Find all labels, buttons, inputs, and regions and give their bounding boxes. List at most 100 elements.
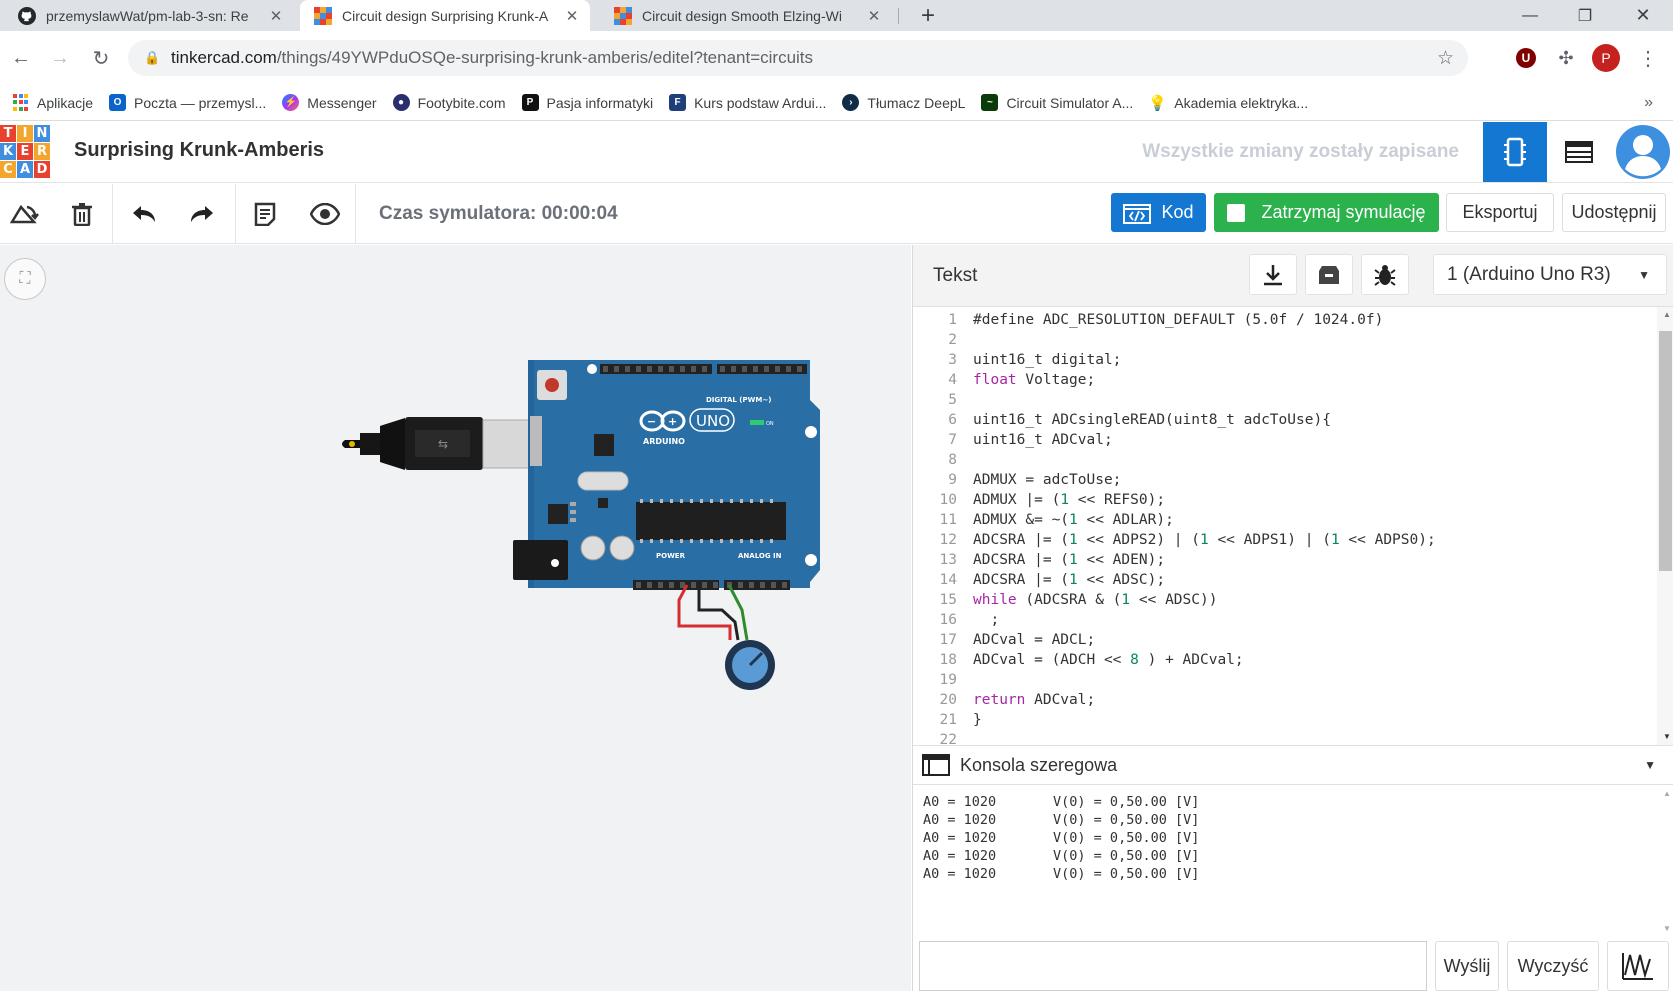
visibility-button[interactable]	[301, 184, 349, 244]
code-line[interactable]: 5	[913, 390, 1657, 410]
code-scrollbar[interactable]: ▲ ▼	[1657, 307, 1673, 745]
code-line[interactable]: 8	[913, 450, 1657, 470]
arduino-uno-board[interactable]: DIGITAL (PWM~) − + ARDUINO UNO ON POWER …	[513, 360, 820, 590]
code-line[interactable]: 15 while (ADCSRA & (1 << ADSC))	[913, 590, 1657, 610]
circuit-view-button[interactable]	[1483, 122, 1547, 182]
code-line[interactable]: 21}	[913, 710, 1657, 730]
code-line[interactable]: 1 #define ADC_RESOLUTION_DEFAULT (5.0f / …	[913, 310, 1657, 330]
reload-button[interactable]: ↻	[83, 31, 119, 85]
tinkercad-logo[interactable]: T I N K E R C A D	[0, 125, 50, 179]
bookmark-kurs[interactable]: F Kurs podstaw Ardui...	[669, 94, 826, 111]
code-text: ADMUX = adcToUse;	[973, 472, 1122, 488]
fit-view-button[interactable]: ⛶	[4, 258, 46, 300]
arduino-circuit[interactable]: ⇆ DIGITAL (PWM~) − + ARDUINO UNO ON POWE…	[330, 360, 830, 700]
bookmark-deepl[interactable]: › Tłumacz DeepL	[842, 94, 965, 111]
address-bar[interactable]: 🔒 tinkercad.com/things/49YWPduOSQe-surpr…	[128, 40, 1468, 76]
code-line[interactable]: 12 ADCSRA |= (1 << ADPS2) | (1 << ADPS1) …	[913, 530, 1657, 550]
profile-button[interactable]: P	[1588, 31, 1624, 85]
bookmark-poczta[interactable]: O Poczta — przemysl...	[109, 94, 266, 111]
circuit-canvas[interactable]: ⛶ ⇆ DIGITAL (PWM~) − + ARDUINO UNO ON PO…	[0, 245, 911, 991]
browser-menu-button[interactable]: ⋮	[1630, 31, 1666, 85]
stop-simulation-button[interactable]: Zatrzymaj symulację	[1214, 193, 1439, 232]
bookmark-circuit-sim[interactable]: ~ Circuit Simulator A...	[981, 94, 1133, 111]
code-line[interactable]: 17 ADCval = ADCL;	[913, 630, 1657, 650]
code-line[interactable]: 14 ADCSRA |= (1 << ADSC);	[913, 570, 1657, 590]
restore-button[interactable]: ❐	[1560, 0, 1610, 31]
pasja-icon: P	[521, 94, 539, 111]
notes-button[interactable]	[241, 184, 289, 244]
serial-monitor-header[interactable]: Konsola szeregowa ▼	[913, 745, 1673, 785]
code-text: ADCSRA |= (1 << ADPS2) | (1 << ADPS1) | …	[973, 532, 1436, 548]
close-window-button[interactable]: ✕	[1618, 0, 1668, 31]
code-line[interactable]: 11 ADMUX &= ~(1 << ADLAR);	[913, 510, 1657, 530]
code-line[interactable]: 10 ADMUX |= (1 << REFS0);	[913, 490, 1657, 510]
bookmark-star-icon[interactable]: ☆	[1437, 47, 1454, 70]
code-editor[interactable]: 1 #define ADC_RESOLUTION_DEFAULT (5.0f / …	[913, 307, 1657, 745]
minimize-button[interactable]: —	[1505, 0, 1555, 31]
bookmark-apps[interactable]: Aplikacje	[12, 94, 93, 111]
code-line[interactable]: 16 ;	[913, 610, 1657, 630]
code-line[interactable]: 18 ADCval = (ADCH << 8 ) + ADCval;	[913, 650, 1657, 670]
serial-scrollbar[interactable]: ▲ ▼	[1657, 785, 1673, 937]
code-line[interactable]: 13 ADCSRA |= (1 << ADEN);	[913, 550, 1657, 570]
code-line[interactable]: 9 ADMUX = adcToUse;	[913, 470, 1657, 490]
clear-button[interactable]: Wyczyść	[1507, 941, 1599, 991]
line-number: 10	[939, 492, 957, 508]
scrollbar-thumb[interactable]	[1659, 331, 1672, 571]
download-code-button[interactable]	[1249, 254, 1297, 295]
tab-close-icon[interactable]: ✕	[268, 7, 284, 25]
delete-button[interactable]	[58, 184, 106, 244]
code-line[interactable]: 2	[913, 330, 1657, 350]
code-line[interactable]: 22	[913, 730, 1657, 745]
code-line[interactable]: 20 return ADCval;	[913, 690, 1657, 710]
bookmark-footybite[interactable]: ● Footybite.com	[392, 94, 506, 111]
code-line[interactable]: 4 float Voltage;	[913, 370, 1657, 390]
bookmark-label: Kurs podstaw Ardui...	[694, 94, 827, 111]
user-avatar-button[interactable]	[1613, 122, 1673, 182]
usb-cable[interactable]: ⇆	[342, 417, 541, 470]
browser-tab-elzing[interactable]: Circuit design Smooth Elzing-Wi ✕	[600, 0, 892, 31]
serial-input[interactable]	[919, 941, 1427, 991]
chevron-down-icon[interactable]: ▼	[1644, 758, 1656, 772]
device-select[interactable]: 1 (Arduino Uno R3) ▼	[1433, 254, 1667, 295]
undo-button[interactable]	[120, 184, 168, 244]
wire-5v-red[interactable]	[677, 584, 732, 640]
tab-close-icon[interactable]: ✕	[564, 7, 580, 25]
components-list-button[interactable]	[1547, 122, 1611, 182]
bookmarks-overflow-icon[interactable]: »	[1644, 94, 1653, 112]
new-tab-button[interactable]: +	[903, 0, 953, 31]
code-line[interactable]: 6 uint16_t ADCsingleREAD(uint8_t adcToUse…	[913, 410, 1657, 430]
bookmark-akademia[interactable]: 💡 Akademia elektryka...	[1148, 94, 1308, 112]
code-button[interactable]: Kod	[1111, 193, 1206, 232]
forward-button[interactable]: →	[42, 31, 78, 85]
bookmark-pasja[interactable]: P Pasja informatyki	[521, 94, 653, 111]
logo-letter: D	[34, 161, 50, 178]
line-number: 19	[939, 672, 957, 688]
redo-button[interactable]	[178, 184, 226, 244]
rotate-button[interactable]	[0, 184, 48, 244]
code-line[interactable]: 19	[913, 670, 1657, 690]
potentiometer[interactable]	[725, 640, 775, 690]
footybite-icon: ●	[392, 94, 410, 111]
logo-letter: E	[17, 143, 33, 160]
browser-tab-github[interactable]: przemyslawWat/pm-lab-3-sn: Re ✕	[4, 0, 294, 31]
code-line[interactable]: 3 uint16_t digital;	[913, 350, 1657, 370]
extension-ublock-button[interactable]: U	[1508, 31, 1544, 85]
code-line[interactable]: 7 uint16_t ADCval;	[913, 430, 1657, 450]
export-button[interactable]: Eksportuj	[1446, 193, 1554, 232]
share-button[interactable]: Udostępnij	[1562, 193, 1666, 232]
plotter-button[interactable]	[1607, 941, 1669, 991]
send-button[interactable]: Wyślij	[1435, 941, 1499, 991]
editor-mode-select[interactable]: Tekst	[933, 265, 977, 287]
libraries-button[interactable]	[1305, 254, 1353, 295]
browser-tab-krunk[interactable]: Circuit design Surprising Krunk-A ✕	[300, 0, 590, 31]
extensions-button[interactable]: ✣	[1548, 31, 1584, 85]
project-name[interactable]: Surprising Krunk-Amberis	[74, 139, 324, 162]
debugger-button[interactable]	[1361, 254, 1409, 295]
code-text: float Voltage;	[973, 372, 1096, 388]
tab-close-icon[interactable]: ✕	[866, 7, 882, 25]
back-button[interactable]: ←	[3, 31, 39, 85]
download-icon	[1264, 264, 1282, 285]
bookmark-messenger[interactable]: ⚡ Messenger	[282, 94, 377, 111]
